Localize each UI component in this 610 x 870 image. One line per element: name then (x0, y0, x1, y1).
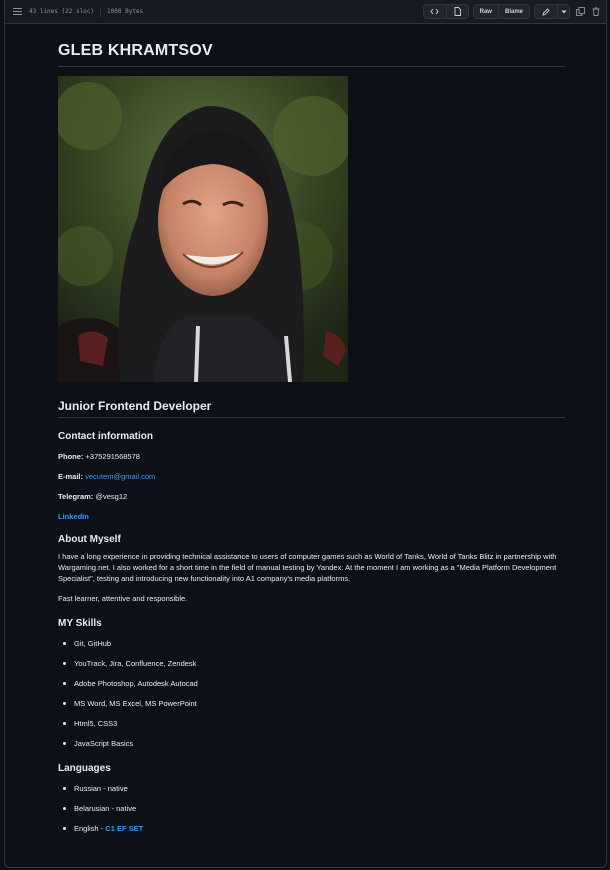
copy-icon[interactable] (574, 6, 586, 18)
raw-blame-group: Raw Blame (472, 4, 530, 19)
divider (100, 6, 102, 17)
list-item: Git, GitHub (58, 638, 565, 649)
about-paragraph: I have a long experience in providing te… (58, 552, 557, 583)
english-prefix: English - (74, 824, 104, 833)
view-toggle (422, 4, 469, 19)
raw-button[interactable]: Raw (473, 5, 498, 18)
line-count: 43 lines (22 sloc) (29, 8, 95, 15)
pencil-icon[interactable] (535, 5, 557, 18)
phone-line: Phone: +375291568578 (58, 451, 565, 462)
file-view: 43 lines (22 sloc) 1008 Bytes Raw Blame (4, 0, 607, 868)
list-icon[interactable] (13, 8, 22, 15)
code-icon[interactable] (423, 5, 446, 18)
telegram-line: Telegram: @vesg12 (58, 491, 565, 502)
list-item: YouTrack, Jira, Confluence, Zendesk (58, 658, 565, 669)
english-level-link[interactable]: C1 EF SET (105, 824, 143, 833)
edit-group (534, 4, 570, 19)
list-item: Html5, CSS3 (58, 718, 565, 729)
blame-button[interactable]: Blame (497, 5, 529, 18)
file-size: 1008 Bytes (107, 8, 144, 15)
about-heading: About Myself (58, 534, 121, 545)
list-item: JavaScript Basics (58, 738, 565, 749)
languages-heading: Languages (58, 763, 111, 774)
email-link[interactable]: vecutem@gmail.com (85, 472, 155, 481)
phone-value: +375291568578 (85, 452, 140, 461)
list-item-english: English - C1 EF SET (58, 823, 565, 834)
list-item: Belarusian - native (58, 803, 565, 814)
file-icon[interactable] (445, 5, 468, 18)
file-actions: Raw Blame (422, 4, 602, 19)
skills-heading: MY Skills (58, 618, 102, 629)
role-heading: Junior Frontend Developer (58, 399, 565, 418)
telegram-label: Telegram: (58, 492, 94, 501)
email-label: E-mail: (58, 472, 84, 481)
languages-list: Russian - native Belarusian - native Eng… (58, 783, 565, 834)
caret-down-icon[interactable] (557, 5, 569, 18)
list-item: Russian - native (58, 783, 565, 794)
skills-list: Git, GitHub YouTrack, Jira, Confluence, … (58, 638, 565, 749)
email-line: E-mail: vecutem@gmail.com (58, 471, 565, 482)
contact-heading: Contact information (58, 431, 153, 442)
page-title: GLEB KHRAMTSOV (58, 42, 565, 67)
list-item: MS Word, MS Excel, MS PowerPoint (58, 698, 565, 709)
profile-photo (58, 76, 348, 382)
readme-content: GLEB KHRAMTSOV Junior Frontend Developer… (58, 42, 565, 834)
linkedin-line: LinkedIn (58, 511, 565, 522)
summary-text: Fast learner, attentive and responsible. (58, 594, 188, 603)
phone-label: Phone: (58, 452, 84, 461)
trash-icon[interactable] (590, 6, 602, 18)
telegram-value: @vesg12 (95, 492, 128, 501)
linkedin-link[interactable]: LinkedIn (58, 512, 89, 521)
list-item: Adobe Photoshop, Autodesk Autocad (58, 678, 565, 689)
file-header: 43 lines (22 sloc) 1008 Bytes Raw Blame (5, 0, 606, 24)
